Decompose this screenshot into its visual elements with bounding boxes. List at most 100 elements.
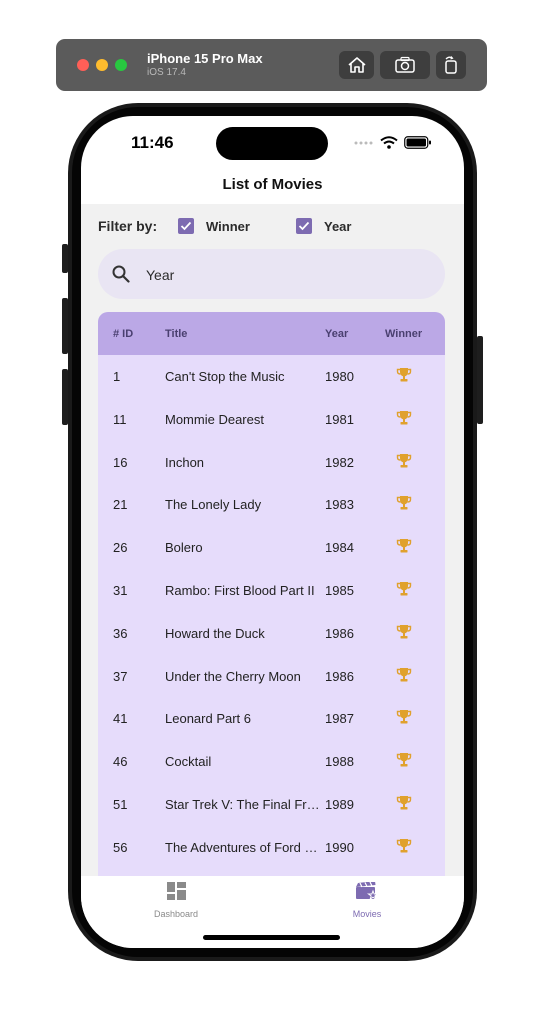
- trophy-icon: [396, 752, 412, 771]
- table-row[interactable]: 56 The Adventures of Ford F... 1990: [98, 826, 445, 869]
- cell-year: 1982: [325, 454, 354, 470]
- filter-year-checkbox[interactable]: Year: [296, 218, 351, 234]
- cell-title: Leonard Part 6: [165, 711, 252, 727]
- table-header: # ID Title Year Winner: [98, 312, 445, 355]
- page-title: List of Movies: [222, 176, 323, 193]
- cell-title: Bolero: [165, 540, 203, 556]
- trophy-icon: [396, 410, 412, 429]
- trophy-icon: [396, 581, 412, 600]
- filter-row: Filter by:: [98, 216, 157, 236]
- table-body: 1 Can't Stop the Music 1980 11 Mommie Deares…: [98, 355, 445, 869]
- cell-id: 26: [113, 540, 128, 556]
- table-row[interactable]: 31 Rambo: First Blood Part II 1985: [98, 569, 445, 612]
- filter-winner-label: Winner: [206, 218, 250, 234]
- table-row[interactable]: 1 Can't Stop the Music 1980: [98, 355, 445, 398]
- dynamic-island: [216, 127, 328, 160]
- cell-id: 36: [113, 625, 128, 641]
- simulator-toolbar: iPhone 15 Pro Max iOS 17.4: [56, 39, 487, 91]
- status-icons: [354, 136, 432, 149]
- filter-label: Filter by:: [98, 218, 158, 234]
- cell-year: 1988: [325, 754, 354, 770]
- trophy-icon: [396, 624, 412, 643]
- screenshot-button[interactable]: [380, 51, 430, 79]
- trophy-icon: [396, 709, 412, 728]
- cell-id: 31: [113, 582, 128, 598]
- cell-year: 1981: [325, 411, 354, 427]
- cell-title: Inchon: [165, 454, 205, 470]
- battery-icon: [404, 136, 431, 149]
- tab-movies[interactable]: Movies: [317, 881, 417, 919]
- home-button[interactable]: [339, 51, 374, 79]
- home-indicator: [203, 935, 340, 940]
- power-button: [477, 336, 483, 424]
- zoom-window-button[interactable]: [115, 59, 127, 71]
- trophy-icon: [396, 453, 412, 472]
- main-content: Filter by: Winner Year # ID Title Year W…: [81, 204, 464, 876]
- column-header-title[interactable]: Title: [165, 328, 320, 340]
- search-icon: [112, 265, 130, 283]
- tab-dashboard-label: Dashboard: [153, 909, 199, 919]
- checkbox-checked-icon: [296, 218, 312, 234]
- device-name: iPhone 15 Pro Max: [147, 51, 263, 66]
- cell-id: 46: [113, 754, 128, 770]
- trophy-icon: [396, 795, 412, 814]
- cell-id: 37: [113, 668, 128, 684]
- cell-year: 1990: [325, 839, 354, 855]
- table-row[interactable]: 16 Inchon 1982: [98, 441, 445, 484]
- cell-year: 1984: [325, 540, 354, 556]
- cell-id: 51: [113, 796, 128, 812]
- cell-year: 1983: [325, 497, 354, 513]
- filter-year-label: Year: [324, 218, 352, 234]
- rotate-icon: [445, 56, 457, 74]
- rotate-button[interactable]: [436, 51, 466, 79]
- cell-title: Under the Cherry Moon: [165, 668, 301, 684]
- cell-year: 1980: [325, 369, 354, 384]
- tab-dashboard[interactable]: Dashboard: [126, 882, 226, 919]
- cell-id: 11: [113, 411, 127, 427]
- cell-year: 1987: [325, 711, 354, 727]
- home-icon: [347, 57, 366, 73]
- table-row[interactable]: 46 Cocktail 1988: [98, 740, 445, 783]
- column-header-winner[interactable]: Winner: [385, 328, 422, 340]
- cell-title: The Lonely Lady: [165, 497, 262, 513]
- table-row[interactable]: 41 Leonard Part 6 1987: [98, 697, 445, 740]
- phone-screen: 11:46 List of Movies Filter by: Winner Y…: [81, 116, 464, 948]
- wifi-icon: [380, 136, 398, 149]
- cell-title: Cocktail: [165, 754, 212, 770]
- movies-table: # ID Title Year Winner 1 Can't Stop the M…: [98, 312, 445, 876]
- os-version: iOS 17.4: [147, 67, 186, 78]
- signal-dots-icon: [354, 141, 373, 144]
- search-input[interactable]: [144, 249, 428, 301]
- cell-title: Rambo: First Blood Part II: [165, 582, 315, 598]
- table-row[interactable]: 36 Howard the Duck 1986: [98, 612, 445, 655]
- table-row[interactable]: 51 Star Trek V: The Final Fro... 1989: [98, 783, 445, 826]
- tab-movies-label: Movies: [352, 909, 382, 919]
- filter-winner-checkbox[interactable]: Winner: [178, 218, 250, 234]
- trophy-icon: [396, 838, 412, 857]
- table-row[interactable]: 37 Under the Cherry Moon 1986: [98, 655, 445, 698]
- close-window-button[interactable]: [77, 59, 89, 71]
- column-header-year[interactable]: Year: [325, 328, 348, 340]
- table-row[interactable]: 26 Bolero 1984: [98, 526, 445, 569]
- cell-title: Star Trek V: The Final Fro...: [165, 796, 320, 812]
- column-header-id[interactable]: # ID: [113, 328, 133, 340]
- table-row[interactable]: 11 Mommie Dearest 1981: [98, 398, 445, 441]
- camera-icon: [395, 56, 415, 73]
- movies-icon: [356, 881, 380, 901]
- cell-title: Can't Stop the Music: [165, 369, 285, 384]
- cell-id: 56: [113, 839, 128, 855]
- cell-title: Howard the Duck: [165, 625, 265, 641]
- trophy-icon: [396, 538, 412, 557]
- cell-title: The Adventures of Ford F...: [165, 839, 320, 855]
- cell-year: 1986: [325, 625, 354, 641]
- dashboard-icon: [166, 882, 186, 900]
- table-row[interactable]: 21 The Lonely Lady 1983: [98, 483, 445, 526]
- minimize-window-button[interactable]: [96, 59, 108, 71]
- trophy-icon: [396, 367, 412, 386]
- tab-bar: Dashboard Movies: [81, 876, 464, 948]
- cell-id: 21: [113, 497, 128, 513]
- cell-year: 1985: [325, 582, 354, 598]
- checkbox-checked-icon: [178, 218, 194, 234]
- cell-year: 1989: [325, 796, 354, 812]
- cell-title: Mommie Dearest: [165, 411, 264, 427]
